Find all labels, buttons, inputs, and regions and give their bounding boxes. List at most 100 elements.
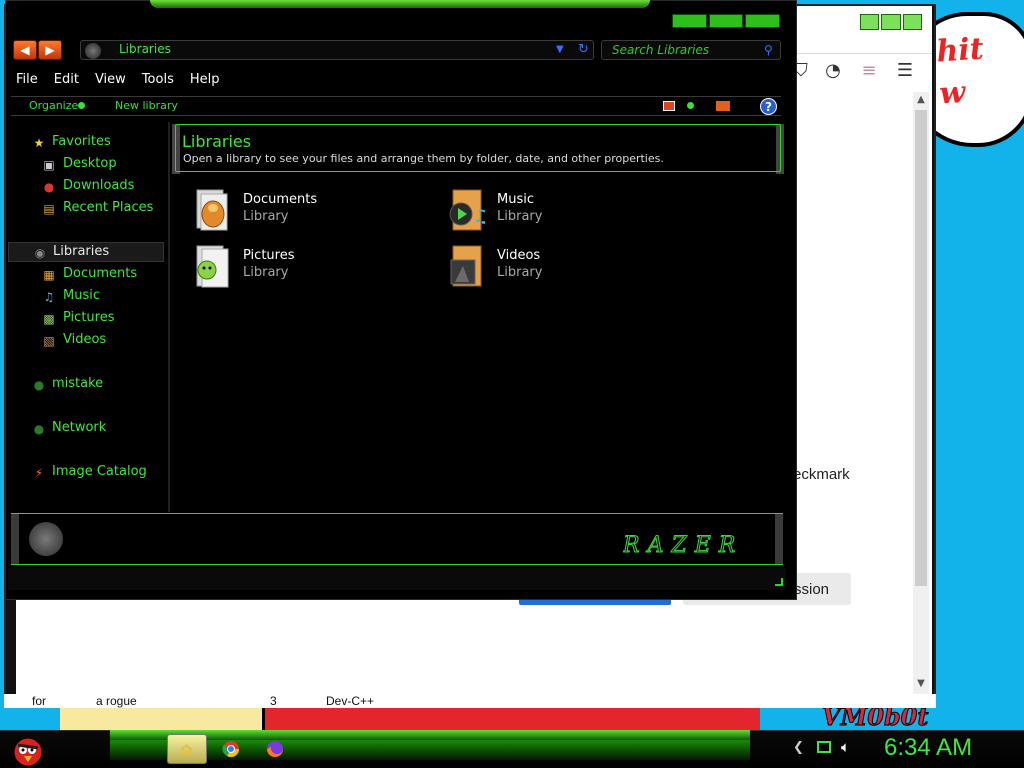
back-button[interactable]: ◀ — [13, 40, 37, 60]
change-view-icon[interactable] — [663, 101, 675, 111]
network-tray-icon[interactable] — [817, 741, 831, 753]
strip-item[interactable]: Dev-C++ — [326, 694, 374, 708]
documents-library-icon — [196, 189, 228, 231]
pane-splitter[interactable] — [168, 122, 170, 512]
taskbar-firefox[interactable] — [255, 734, 295, 764]
forward-button[interactable]: ▶ — [38, 40, 62, 60]
scroll-up-icon[interactable]: ▲ — [914, 94, 928, 108]
organize-dropdown-icon[interactable] — [78, 102, 85, 109]
search-input[interactable]: Search Libraries ⚲ — [601, 40, 781, 60]
status-bar — [8, 568, 786, 590]
browser-text-checkmark: eckmark — [793, 466, 850, 483]
documents-icon: ▦ — [43, 268, 55, 282]
nav-label: Videos — [63, 332, 107, 347]
minimize-button[interactable] — [672, 14, 707, 28]
nav-mistake[interactable]: ● mistake — [8, 375, 164, 395]
maximize-button[interactable] — [708, 14, 744, 28]
page-title: Libraries — [182, 132, 252, 151]
browser-window-controls[interactable] — [860, 14, 922, 30]
command-bar: Organize New library ? — [11, 96, 781, 116]
speech-bubble-text: hit w — [935, 31, 985, 112]
search-placeholder[interactable]: Search Libraries — [612, 43, 709, 57]
taskbar-chrome[interactable] — [211, 734, 251, 764]
nav-label: Libraries — [53, 244, 110, 259]
refresh-icon[interactable]: ↻ — [578, 41, 589, 59]
taskbar-explorer[interactable]: ✿ — [167, 734, 207, 764]
star-icon: ★ — [33, 136, 45, 150]
address-text[interactable]: Libraries — [119, 42, 171, 56]
back-arrow-icon: ◀ — [20, 43, 30, 57]
nav-label: Pictures — [63, 310, 115, 325]
nav-network[interactable]: ● Network — [8, 419, 164, 439]
nav-recent-places[interactable]: ▤ Recent Places — [8, 199, 164, 219]
library-documents[interactable]: Documents Library — [193, 186, 433, 234]
start-button[interactable] — [8, 730, 48, 768]
organize-button[interactable]: Organize — [29, 99, 78, 112]
extension-icon[interactable]: ≡ — [858, 60, 880, 82]
folder-icon: ✿ — [180, 741, 193, 759]
angry-bird-icon — [13, 737, 43, 767]
strip-item[interactable]: 3 — [270, 694, 277, 708]
preview-pane-icon[interactable] — [716, 101, 730, 111]
nav-documents[interactable]: ▦ Documents — [8, 265, 164, 285]
nav-music[interactable]: ♫ Music — [8, 287, 164, 307]
nav-label: Downloads — [63, 178, 135, 193]
menu-edit[interactable]: Edit — [46, 70, 87, 90]
close-button[interactable] — [745, 14, 781, 28]
menu-icon[interactable]: ☰ — [894, 60, 916, 82]
menu-bar: File Edit View Tools Help — [8, 70, 783, 90]
menu-tools[interactable]: Tools — [134, 70, 182, 90]
library-type: Library — [497, 209, 543, 224]
browser-bottom-strip: for a rogue 3 Dev-C++ — [4, 694, 936, 708]
chevron-down-icon[interactable]: ▼ — [556, 41, 564, 59]
firefox-icon — [267, 741, 283, 757]
pictures-library-icon — [196, 245, 229, 288]
nav-libraries[interactable]: ◉ Libraries — [8, 242, 164, 262]
pictures-icon: ▩ — [43, 312, 55, 326]
menu-view[interactable]: View — [87, 70, 134, 90]
tray-overflow-icon[interactable]: ❮ — [793, 740, 804, 755]
maximize-button[interactable] — [881, 14, 901, 30]
nav-desktop[interactable]: ▣ Desktop — [8, 155, 164, 175]
help-icon[interactable]: ? — [760, 98, 777, 115]
address-bar[interactable]: Libraries ▼ ↻ — [80, 40, 594, 60]
resize-grip[interactable] — [775, 578, 783, 586]
explorer-window-controls[interactable] — [672, 14, 781, 28]
library-type: Library — [497, 265, 543, 280]
search-icon[interactable]: ⚲ — [764, 41, 773, 59]
nav-pictures[interactable]: ▩ Pictures — [8, 309, 164, 329]
minimize-button[interactable] — [860, 14, 880, 30]
view-dropdown-icon[interactable] — [687, 102, 694, 109]
page-subtitle: Open a library to see your files and arr… — [183, 152, 664, 165]
library-name: Videos — [497, 248, 541, 263]
volume-icon[interactable]: 🔈︎ — [841, 738, 850, 756]
close-button[interactable] — [902, 14, 922, 30]
clock[interactable]: 6:34 AM — [884, 734, 972, 762]
browser-scroll-thumb[interactable] — [915, 110, 927, 586]
library-videos[interactable]: Videos Library — [447, 242, 687, 290]
menu-file[interactable]: File — [8, 70, 46, 90]
new-library-button[interactable]: New library — [115, 99, 178, 112]
forward-arrow-icon: ▶ — [45, 43, 55, 57]
network-icon: ● — [33, 422, 45, 436]
nav-label: Music — [63, 288, 100, 303]
desktop-icon: ▣ — [43, 158, 55, 172]
nav-downloads[interactable]: ● Downloads — [8, 177, 164, 197]
nav-image-catalog[interactable]: ⚡ Image Catalog — [8, 463, 164, 483]
library-pictures[interactable]: Pictures Library — [193, 242, 433, 290]
clock-icon[interactable]: ◔ — [822, 60, 844, 82]
window-title-glow — [150, 0, 650, 8]
strip-item[interactable]: for — [32, 694, 46, 708]
nav-videos[interactable]: ▧ Videos — [8, 331, 164, 351]
scroll-down-icon[interactable]: ▼ — [914, 678, 928, 692]
menu-help[interactable]: Help — [182, 70, 228, 90]
library-name: Music — [497, 192, 534, 207]
navigation-pane: ★ Favorites ▣ Desktop ● Downloads ▤ Rece… — [8, 124, 164, 510]
nav-label: Network — [52, 420, 107, 435]
strip-item[interactable]: a rogue — [96, 694, 137, 708]
music-icon: ♫ — [43, 290, 55, 304]
library-name: Pictures — [243, 248, 295, 263]
library-music[interactable]: ♫ Music Library — [447, 186, 687, 234]
nav-favorites[interactable]: ★ Favorites — [8, 133, 164, 153]
razer-logo-text: RAZER — [623, 533, 743, 558]
